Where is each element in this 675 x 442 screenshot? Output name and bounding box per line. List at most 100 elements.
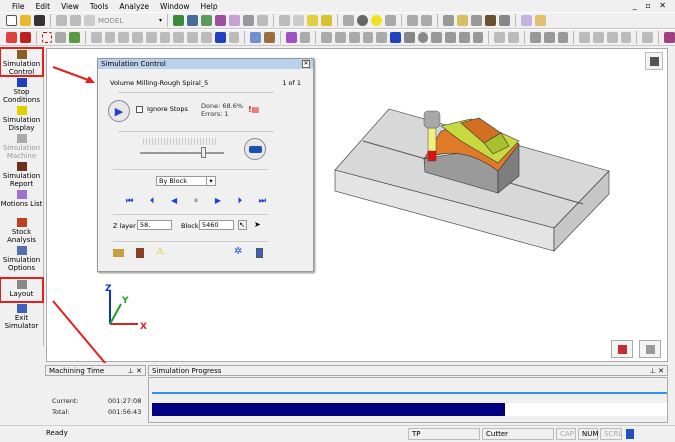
step-mode-dropdown[interactable]: By Block ▾ [156,176,216,186]
back-icon[interactable] [407,15,419,26]
pointer-icon[interactable] [385,15,397,26]
pick-cursor-icon[interactable]: ➤ [254,220,261,229]
op7-icon[interactable] [173,32,185,43]
pin-close-icons[interactable]: ⊥ ✕ [650,366,664,376]
iso-view-icon[interactable] [229,15,241,26]
error-report-icon[interactable]: !▤ [248,105,259,114]
w2-icon[interactable] [508,32,519,43]
zlayer-input[interactable]: 58. [137,220,172,230]
pencil-icon[interactable] [535,15,547,26]
step-forward-button[interactable]: ▶ [215,196,221,206]
camera-button[interactable] [244,138,266,160]
w6-icon[interactable] [579,32,591,43]
machine-icon[interactable] [664,32,675,43]
model-combo[interactable]: MODEL [98,17,156,25]
w1-icon[interactable] [494,32,506,43]
v9-icon[interactable] [431,32,443,43]
step-back-button[interactable]: ◀ [171,196,177,206]
tool-icon[interactable] [471,15,483,26]
menu-view[interactable]: View [61,2,79,11]
sidebar-item-simulation-options[interactable]: Simulation Options [0,244,43,272]
stock-options-icon[interactable] [113,249,124,257]
sidebar-item-simulation-display[interactable]: Simulation Display [0,104,43,132]
cloud-icon[interactable] [70,15,81,26]
sidebar-item-motions-list[interactable]: Motions List [0,188,43,216]
op2-icon[interactable] [104,32,116,43]
grid-icon[interactable] [443,15,455,26]
ignore-stops-checkbox[interactable] [136,106,143,113]
exit-icon[interactable] [256,248,263,258]
w7-icon[interactable] [593,32,604,43]
speed-slider-thumb[interactable] [201,147,206,158]
edit-icon[interactable] [521,15,533,26]
sidebar-item-stop-conditions[interactable]: Stop Conditions [0,76,43,104]
view-fit-icon[interactable] [173,15,185,26]
bulb-icon[interactable] [357,15,369,26]
w9-icon[interactable] [620,32,632,43]
menu-edit[interactable]: Edit [36,2,51,11]
v3-icon[interactable] [348,32,360,43]
v7-icon[interactable] [403,32,415,43]
w4-icon[interactable] [543,32,555,43]
highlight-icon[interactable] [307,15,319,26]
bulb-on-icon[interactable] [371,15,383,26]
previous-op-button[interactable]: ⏴ [150,196,154,206]
layer-icon[interactable] [279,15,291,26]
op8-icon[interactable] [187,32,198,43]
menu-analyze[interactable]: Analyze [119,2,149,11]
view-button-2[interactable] [639,340,661,358]
sidebar-item-stock-analysis[interactable]: Stock Analysis [0,216,43,244]
block-input[interactable]: 5460 [199,220,234,230]
menu-help[interactable]: Help [201,2,218,11]
v2-icon[interactable] [335,32,346,43]
save-icon[interactable] [34,15,45,26]
sidebar-item-exit-simulator[interactable]: Exit Simulator [0,302,43,330]
go-to-block-button[interactable]: ↖ [238,220,247,230]
ruler-icon[interactable] [457,15,469,26]
swap-icon[interactable] [214,32,226,43]
toolpath-icon[interactable] [250,32,262,43]
w5-icon[interactable] [557,32,569,43]
toolpath2-icon[interactable] [264,32,275,43]
sidebar-item-simulation-report[interactable]: Simulation Report [0,160,43,188]
op3-icon[interactable] [118,32,130,43]
v6-icon[interactable] [390,32,401,43]
speed-slider[interactable] [140,152,224,154]
sidebar-item-layout[interactable]: Layout [0,277,44,303]
menu-file[interactable]: File [12,2,25,11]
v1-icon[interactable] [321,32,333,43]
path-icon[interactable] [285,32,297,43]
op5-icon[interactable] [145,32,157,43]
path2-icon[interactable] [299,32,311,43]
v4-icon[interactable] [362,32,374,43]
pause-button[interactable]: ⏸ [194,196,198,206]
new-icon[interactable] [6,15,17,26]
select-icon[interactable] [6,32,17,43]
line-icon[interactable] [642,32,654,43]
forward-icon[interactable] [421,15,433,26]
delete-icon[interactable] [19,32,31,43]
wire-icon[interactable] [257,15,269,26]
next-op-button[interactable]: ⏵ [238,196,242,206]
warning-icon[interactable]: ⚠ [156,247,164,257]
zoom-icon[interactable] [187,15,199,26]
sidebar-item-simulation-control[interactable]: Simulation Control [0,47,44,77]
op10-icon[interactable] [228,32,240,43]
v10-icon[interactable] [445,32,456,43]
open-icon[interactable] [20,15,31,26]
part-icon[interactable] [499,15,511,26]
filter-icon[interactable] [55,32,67,43]
box-select-icon[interactable] [41,32,53,43]
pin-close-icons[interactable]: ⊥ ✕ [128,366,142,376]
scan-icon[interactable] [84,15,95,26]
v8-icon[interactable] [417,32,429,43]
refresh-icon[interactable]: ✲ [234,246,242,257]
v5-icon[interactable] [376,32,388,43]
print-icon[interactable] [56,15,67,26]
w8-icon[interactable] [606,32,618,43]
go-to-end-button[interactable]: ⏭ [259,196,266,206]
window-controls[interactable]: _ ▫ ✕ [633,1,669,10]
sidebar-item-simulation-machine[interactable]: Simulation Machine [0,132,43,160]
go-to-start-button[interactable]: ⏮ [126,196,133,206]
op1-icon[interactable] [90,32,102,43]
